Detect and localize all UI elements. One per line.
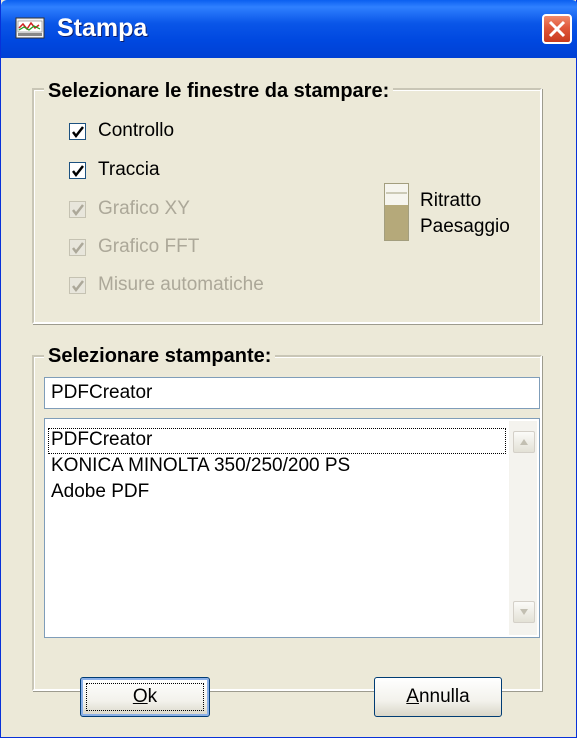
orientation-icon[interactable] xyxy=(384,183,409,241)
app-window-icon xyxy=(15,16,45,40)
checkbox-controllo-label: Controllo xyxy=(98,120,175,141)
window-title: Stampa xyxy=(57,14,148,42)
ok-button[interactable]: Ok xyxy=(80,677,210,717)
scroll-up-button[interactable] xyxy=(513,431,535,453)
close-button[interactable] xyxy=(542,14,572,44)
orientation-landscape-label[interactable]: Paesaggio xyxy=(420,216,510,238)
checkbox-grafico-fft-box xyxy=(69,238,86,256)
checkbox-misure-automatiche-label: Misure automatiche xyxy=(98,274,264,295)
check-icon xyxy=(72,203,84,216)
printer-selected-field[interactable]: PDFCreator xyxy=(44,377,540,409)
check-icon xyxy=(72,241,84,254)
scroll-down-button[interactable] xyxy=(513,601,535,623)
list-item[interactable]: Adobe PDF xyxy=(49,481,151,505)
arrow-down-icon xyxy=(520,609,528,615)
checkbox-traccia-box[interactable] xyxy=(69,161,86,179)
checkbox-controllo-box[interactable] xyxy=(69,122,86,140)
list-item[interactable]: KONICA MINOLTA 350/250/200 PS xyxy=(49,455,352,479)
orientation-portrait-label[interactable]: Ritratto xyxy=(420,190,481,212)
arrow-up-icon xyxy=(520,439,528,445)
check-icon xyxy=(72,279,84,292)
list-item[interactable]: PDFCreator xyxy=(48,428,506,454)
checkbox-grafico-fft: Grafico FFT xyxy=(69,234,199,260)
checkbox-misure-automatiche-box xyxy=(69,276,86,294)
checkbox-traccia-label: Traccia xyxy=(98,159,160,180)
checkbox-controllo[interactable]: Controllo xyxy=(69,118,174,144)
cancel-mnemonic: A xyxy=(406,686,419,707)
cancel-button[interactable]: Annulla xyxy=(374,677,502,717)
checkbox-grafico-xy-box xyxy=(69,200,86,218)
focus-rect xyxy=(86,683,204,711)
checkbox-misure-automatiche: Misure automatiche xyxy=(69,272,264,298)
windows-group-title: Selezionare le finestre da stampare: xyxy=(44,80,394,103)
check-icon xyxy=(72,164,84,177)
listbox-scrollbar[interactable] xyxy=(509,421,537,635)
checkbox-grafico-fft-label: Grafico FFT xyxy=(98,236,200,257)
title-bar[interactable]: Stampa xyxy=(1,0,577,58)
printer-group-title: Selezionare stampante: xyxy=(44,345,276,368)
close-icon xyxy=(548,20,566,38)
checkbox-grafico-xy: Grafico XY xyxy=(69,196,190,222)
cancel-label-rest: nnulla xyxy=(418,686,470,707)
checkbox-grafico-xy-label: Grafico XY xyxy=(98,198,190,219)
printer-listbox[interactable]: PDFCreator KONICA MINOLTA 350/250/200 PS… xyxy=(44,418,540,638)
check-icon xyxy=(72,125,84,138)
checkbox-traccia[interactable]: Traccia xyxy=(69,157,160,183)
